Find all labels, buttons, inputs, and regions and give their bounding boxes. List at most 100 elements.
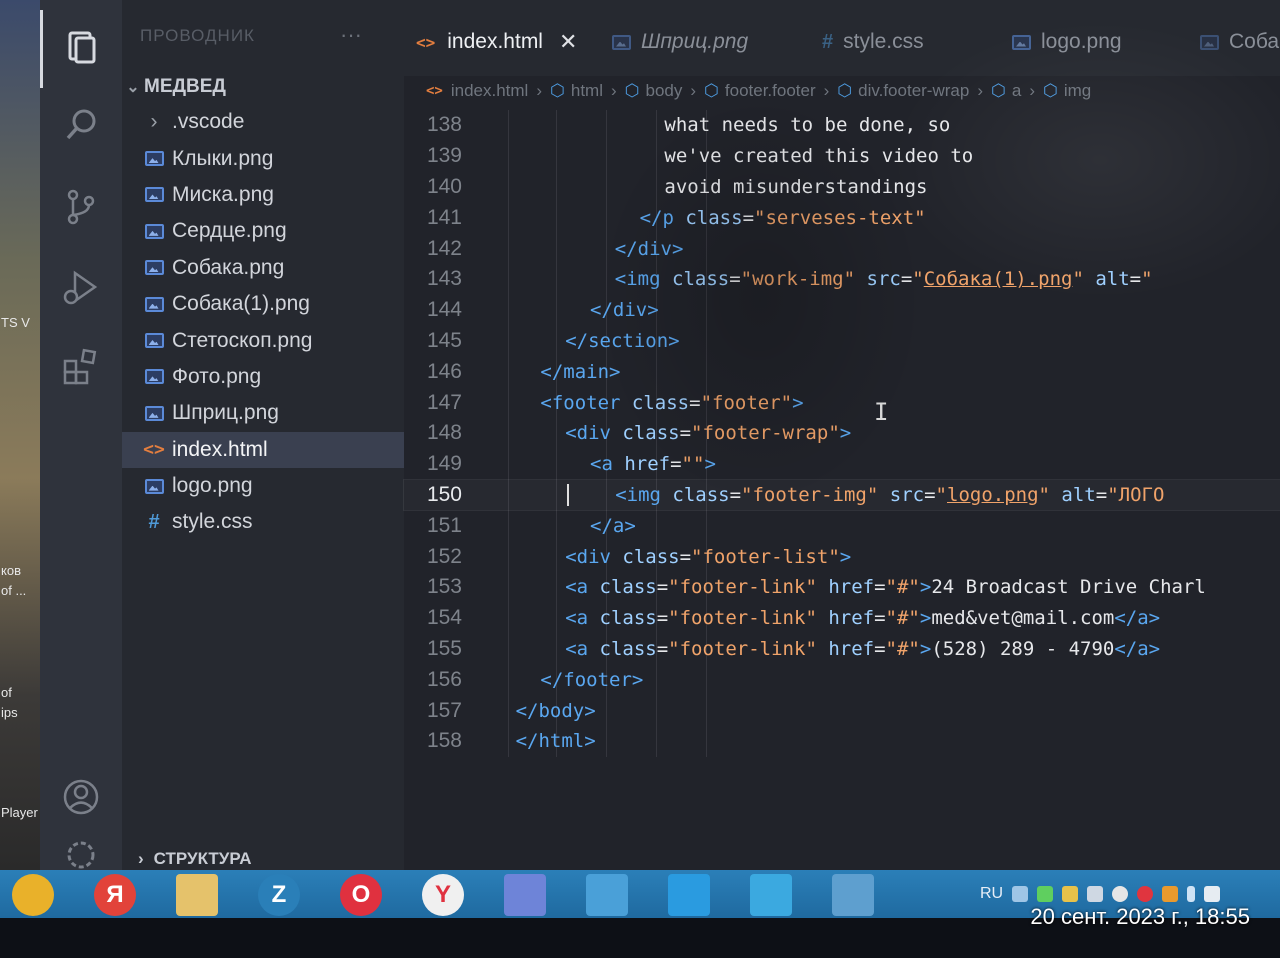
close-icon[interactable]: ✕	[559, 29, 577, 55]
code-line[interactable]: 154 <a class="footer-link" href="#">med&v…	[404, 603, 1280, 634]
active-indicator	[40, 10, 43, 88]
code-line[interactable]: 139 we've created this video to	[404, 141, 1280, 172]
code-token: </section>	[565, 329, 680, 352]
app-tray-icon[interactable]	[1037, 886, 1054, 902]
css-file-icon: #	[148, 510, 160, 533]
code-line[interactable]: 138 what needs to be done, so	[404, 110, 1280, 141]
tree-item-image[interactable]: Собака(1).png	[122, 286, 404, 322]
tree-item-folder[interactable]: › .vscode	[122, 104, 404, 140]
clipboard-icon[interactable]	[1087, 886, 1104, 902]
chart-tray-icon[interactable]	[1162, 886, 1179, 902]
signal-icon[interactable]	[1062, 886, 1079, 902]
code-line[interactable]: 157 </body>	[404, 695, 1280, 726]
tab-label: index.html	[447, 30, 543, 53]
opera-taskbar-icon[interactable]: O	[340, 874, 382, 916]
run-debug-icon[interactable]	[54, 260, 108, 314]
code-line[interactable]: 146 </main>	[404, 356, 1280, 387]
image-file-icon	[1200, 34, 1219, 50]
bluetooth-icon[interactable]	[1187, 886, 1196, 902]
explorer-icon[interactable]	[54, 20, 108, 74]
breadcrumb-item[interactable]: a	[1012, 81, 1021, 101]
breadcrumb-item[interactable]: index.html	[451, 81, 528, 101]
files-taskbar-icon[interactable]	[176, 874, 218, 916]
code-token: med&vet@mail.com	[931, 607, 1115, 630]
code-token: "ЛОГО	[1107, 483, 1165, 506]
tab-shpric-png[interactable]: Шприц.png	[612, 18, 748, 66]
code-line[interactable]: 151 </a>	[404, 510, 1280, 541]
element-icon: ⬡	[624, 81, 640, 100]
code-token: "	[1072, 268, 1096, 291]
screen-taskbar-icon[interactable]	[832, 874, 874, 916]
vscode-taskbar-icon[interactable]	[668, 874, 710, 916]
breadcrumb-item[interactable]: img	[1064, 81, 1091, 101]
code-line[interactable]: 156 </footer>	[404, 664, 1280, 695]
yandex-browser-taskbar-icon[interactable]: Y	[422, 874, 464, 916]
tab-sobaka[interactable]: Соба	[1200, 18, 1279, 66]
tree-item-image[interactable]: Миска.png	[122, 177, 404, 213]
tab-logo-png[interactable]: logo.png	[1012, 18, 1122, 66]
search-icon[interactable]	[54, 98, 108, 152]
opera-tray-icon[interactable]	[1137, 886, 1154, 902]
code-line[interactable]: 149 <a href="">	[404, 449, 1280, 480]
tree-item-image[interactable]: logo.png	[122, 468, 404, 504]
tree-item-html[interactable]: <> index.html	[122, 431, 404, 468]
tree-item-image[interactable]: Клыки.png	[122, 140, 404, 176]
tree-item-image[interactable]: Стетоскоп.png	[122, 322, 404, 358]
breadcrumb-item[interactable]: div.footer-wrap	[858, 81, 969, 101]
more-actions-icon[interactable]: ···	[340, 22, 362, 48]
code-token: href	[624, 453, 671, 476]
extensions-icon[interactable]	[54, 340, 108, 394]
code-line[interactable]: 144 </div>	[404, 295, 1280, 326]
tree-item-image[interactable]: Шприц.png	[122, 395, 404, 431]
line-number: 155	[426, 636, 462, 660]
code-line[interactable]: 158 </html>	[404, 726, 1280, 757]
chrome-taskbar-icon[interactable]	[12, 874, 54, 916]
tree-item-image[interactable]: Сердце.png	[122, 213, 404, 249]
code-line[interactable]: 140 avoid misunderstandings	[404, 172, 1280, 203]
breadcrumb-item[interactable]: body	[646, 81, 683, 101]
z-app-taskbar-icon[interactable]: Z	[258, 874, 300, 916]
tree-item-css[interactable]: # style.css	[122, 504, 404, 540]
code-line[interactable]: 155 <a class="footer-link" href="#">(528)…	[404, 634, 1280, 665]
code-line[interactable]: 147 <footer class="footer">	[404, 387, 1280, 418]
code-line[interactable]: 152 <div class="footer-list">	[404, 541, 1280, 572]
code-token: class	[685, 206, 743, 229]
code-text: <img class="footer-img" src="logo.png" a…	[466, 484, 1164, 507]
code-line[interactable]: 153 <a class="footer-link" href="#">24 Br…	[404, 572, 1280, 603]
code-text: we've created this video to	[466, 145, 973, 167]
code-line[interactable]: 145 </section>	[404, 326, 1280, 357]
code-line[interactable]: 141 </p class="serveses-text"	[404, 202, 1280, 233]
cloud-icon[interactable]	[1112, 886, 1129, 902]
breadcrumb-item[interactable]: footer.footer	[725, 81, 816, 101]
outline-section[interactable]: › СТРУКТУРА	[122, 846, 404, 872]
code-token: =	[900, 268, 913, 291]
discord-taskbar-icon[interactable]	[504, 874, 546, 916]
language-indicator[interactable]: RU	[980, 885, 1003, 903]
account-icon[interactable]	[54, 770, 108, 824]
workspace-folder[interactable]: ⌄ МЕДВЕД	[122, 72, 404, 102]
line-number: 145	[426, 328, 462, 352]
code-line[interactable]: 148 <div class="footer-wrap">	[404, 418, 1280, 449]
code-line[interactable]: 142 </div>	[404, 233, 1280, 264]
settings-tray-icon[interactable]	[1012, 886, 1029, 902]
code-token: >	[839, 545, 852, 568]
code-line[interactable]: 143 <img class="work-img" src="Собака(1).…	[404, 264, 1280, 295]
tree-item-label: Клыки.png	[172, 146, 274, 170]
tab-style-css[interactable]: # style.css	[822, 18, 924, 66]
tab-label: style.css	[843, 30, 924, 53]
breadcrumb-item[interactable]: html	[571, 81, 603, 101]
code-token: >	[792, 391, 804, 414]
yandex-taskbar-icon[interactable]: Я	[94, 874, 136, 916]
battery-icon[interactable]	[1204, 886, 1221, 902]
breadcrumb: <> index.html › ⬡ html › ⬡ body › ⬡ footer.footer ›…	[404, 76, 1280, 106]
installer-taskbar-icon[interactable]	[586, 874, 628, 916]
source-control-icon[interactable]	[54, 180, 108, 234]
code-token: </main>	[540, 360, 621, 383]
code-editor[interactable]: 138 what needs to be done, so 139 we've cre…	[403, 110, 1280, 757]
tree-item-image[interactable]: Фото.png	[122, 359, 404, 395]
tree-item-image[interactable]: Собака.png	[122, 250, 404, 286]
tab-index-html[interactable]: <> index.html ✕	[416, 18, 577, 66]
code-line[interactable]: 150 <img class="footer-img" src="logo.png…	[403, 478, 1280, 512]
telegram-taskbar-icon[interactable]	[750, 874, 792, 916]
settings-icon[interactable]	[54, 836, 108, 870]
